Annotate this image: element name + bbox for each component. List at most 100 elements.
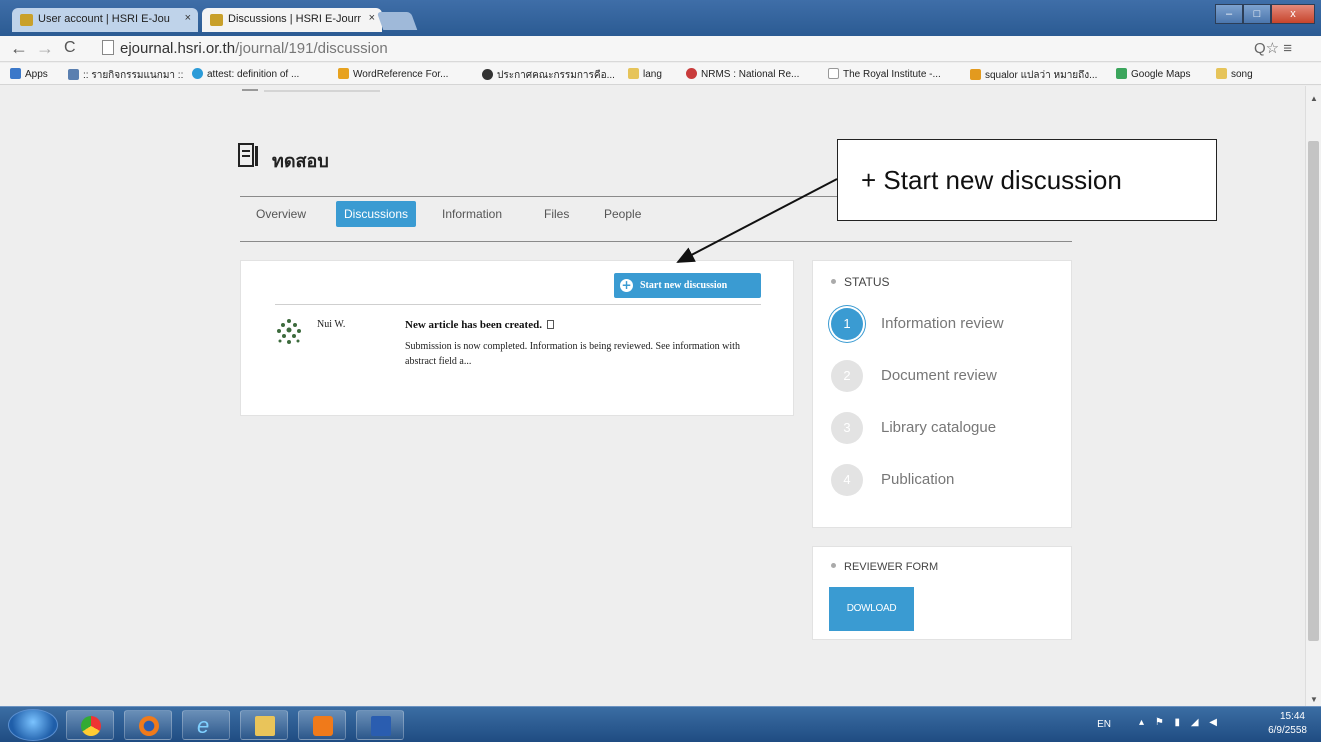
bookmark-icon — [970, 69, 981, 80]
bookmark-folder[interactable]: lang — [628, 68, 662, 80]
scroll-up-icon[interactable]: ▲ — [1310, 94, 1318, 103]
browser-tabstrip: User account | HSRI E-Jou × Discussions … — [0, 0, 1321, 36]
internet-explorer-icon: e — [197, 713, 210, 738]
reload-icon[interactable]: C — [64, 39, 76, 57]
folder-icon — [628, 68, 639, 79]
clock-date[interactable]: 6/9/2558 — [1268, 725, 1307, 736]
browser-toolbar: ← → C ejournal.hsri.or.th/journal/191/di… — [0, 36, 1321, 62]
bookmark-item[interactable]: :: รายกิจกรรมแนกมา :: — [68, 68, 183, 83]
tab-close-icon[interactable]: × — [185, 12, 191, 24]
reviewer-form-panel: REVIEWER FORM DOWLOAD — [812, 546, 1072, 640]
step-label: Information review — [881, 315, 1004, 332]
bullet-icon — [831, 279, 836, 284]
bookmarks-bar: Apps :: รายกิจกรรมแนกมา :: attest: defin… — [0, 63, 1321, 85]
page-icon — [828, 68, 839, 79]
zoom-star-menu-icon[interactable]: Q☆ ≡ — [1254, 39, 1292, 57]
folder-icon — [255, 716, 275, 736]
tab-files[interactable]: Files — [544, 207, 569, 221]
language-indicator[interactable]: EN — [1097, 719, 1111, 730]
bookmark-item[interactable]: ประกาศคณะกรรมการคือ... — [482, 68, 615, 83]
close-window-button[interactable]: x — [1271, 4, 1315, 24]
plus-circle-icon: + — [620, 278, 633, 292]
page-icon — [102, 40, 114, 55]
new-tab-button[interactable] — [376, 12, 418, 30]
download-button[interactable]: DOWLOAD — [829, 587, 914, 631]
header-logo-fragment — [240, 86, 540, 98]
avatar — [277, 319, 301, 344]
step-number: 4 — [831, 464, 863, 496]
bookmark-item[interactable]: squalor แปลว่า หมายถึง... — [970, 68, 1097, 83]
bookmark-icon — [686, 68, 697, 79]
minimize-button[interactable]: – — [1215, 4, 1243, 24]
windows-taskbar: e EN ▴ ⚑ ▮ ◢ ◀ 15:44 6/9/2558 — [0, 706, 1321, 742]
bullet-icon — [831, 563, 836, 568]
start-button-label: Start new discussion — [640, 280, 728, 291]
maps-icon — [1116, 68, 1127, 79]
apps-grid-icon — [10, 68, 21, 79]
site-favicon-icon — [20, 14, 33, 26]
back-arrow-icon[interactable]: ← — [10, 38, 28, 59]
bookmark-item[interactable]: The Royal Institute -... — [828, 68, 941, 80]
url-host: ejournal.hsri.or.th — [120, 40, 236, 57]
bookmark-icon — [68, 69, 79, 80]
document-icon — [238, 143, 258, 167]
start-new-discussion-button[interactable]: + Start new discussion — [614, 273, 761, 298]
step-label: Library catalogue — [881, 419, 997, 436]
step-number: 3 — [831, 412, 863, 444]
tab-title: User account | HSRI E-Jou — [38, 13, 170, 25]
taskbar-internet-explorer[interactable]: e — [182, 710, 230, 740]
scroll-down-icon[interactable]: ▼ — [1310, 695, 1318, 704]
step-label: Document review — [881, 367, 997, 384]
bookmark-icon — [192, 68, 203, 79]
browser-tab-user-account[interactable]: User account | HSRI E-Jou × — [12, 8, 198, 32]
step-label: Publication — [881, 471, 955, 488]
bookmark-folder[interactable]: song — [1216, 68, 1253, 80]
bookmark-item[interactable]: attest: definition of ... — [192, 68, 299, 80]
maximize-button[interactable]: □ — [1243, 4, 1271, 24]
window-controls: – □ x — [1215, 4, 1315, 24]
forward-arrow-icon[interactable]: → — [36, 38, 54, 59]
taskbar-chrome[interactable] — [66, 710, 114, 740]
tab-close-icon[interactable]: × — [369, 12, 375, 24]
discussion-author: Nui W. — [317, 319, 346, 330]
bookmark-google-maps[interactable]: Google Maps — [1116, 68, 1190, 80]
taskbar-word[interactable] — [356, 710, 404, 740]
folder-icon — [1216, 68, 1227, 79]
tab-people[interactable]: People — [604, 207, 641, 221]
step-number: 1 — [831, 308, 863, 340]
tab-overview[interactable]: Overview — [256, 207, 306, 221]
bookmark-icon — [482, 69, 493, 80]
tab-information[interactable]: Information — [442, 207, 502, 221]
tab-discussions[interactable]: Discussions — [336, 201, 417, 227]
tray-icons[interactable]: ▴ ⚑ ▮ ◢ ◀ — [1139, 717, 1221, 728]
divider — [275, 304, 761, 305]
discussion-title-text: New article has been created. — [405, 319, 542, 331]
taskbar-explorer[interactable] — [240, 710, 288, 740]
step-number: 2 — [831, 360, 863, 392]
annotation-callout: + Start new discussion — [837, 139, 1217, 221]
discussion-title[interactable]: New article has been created. — [405, 319, 554, 331]
tab-title: Discussions | HSRI E-Jourr — [228, 13, 362, 25]
scrollbar-thumb[interactable] — [1308, 141, 1319, 641]
start-button[interactable] — [8, 709, 58, 741]
word-icon — [371, 716, 391, 736]
firefox-icon — [139, 716, 159, 736]
chrome-icon — [81, 716, 101, 736]
bookmark-apps[interactable]: Apps — [10, 68, 48, 80]
url-path: /journal/191/discussion — [235, 40, 388, 57]
discussion-body: Submission is now completed. Information… — [405, 341, 740, 367]
taskbar-firefox[interactable] — [124, 710, 172, 740]
status-panel: STATUS 1 Information review 2 Document r… — [812, 260, 1072, 528]
bookmark-item[interactable]: NRMS : National Re... — [686, 68, 799, 80]
media-player-icon — [313, 716, 333, 736]
site-favicon-icon — [210, 14, 223, 26]
browser-tab-discussions[interactable]: Discussions | HSRI E-Jourr × — [202, 8, 382, 32]
bookmark-item[interactable]: WordReference For... — [338, 68, 448, 80]
status-heading: STATUS — [831, 275, 890, 289]
page-scrollbar[interactable]: ▲ ▼ — [1305, 86, 1321, 706]
taskbar-media-player[interactable] — [298, 710, 346, 740]
address-bar[interactable]: ejournal.hsri.or.th/journal/191/discussi… — [92, 38, 1292, 60]
clipboard-icon — [546, 320, 554, 329]
clock-time[interactable]: 15:44 — [1280, 711, 1305, 722]
page-title: ทดสอบ — [272, 151, 329, 171]
